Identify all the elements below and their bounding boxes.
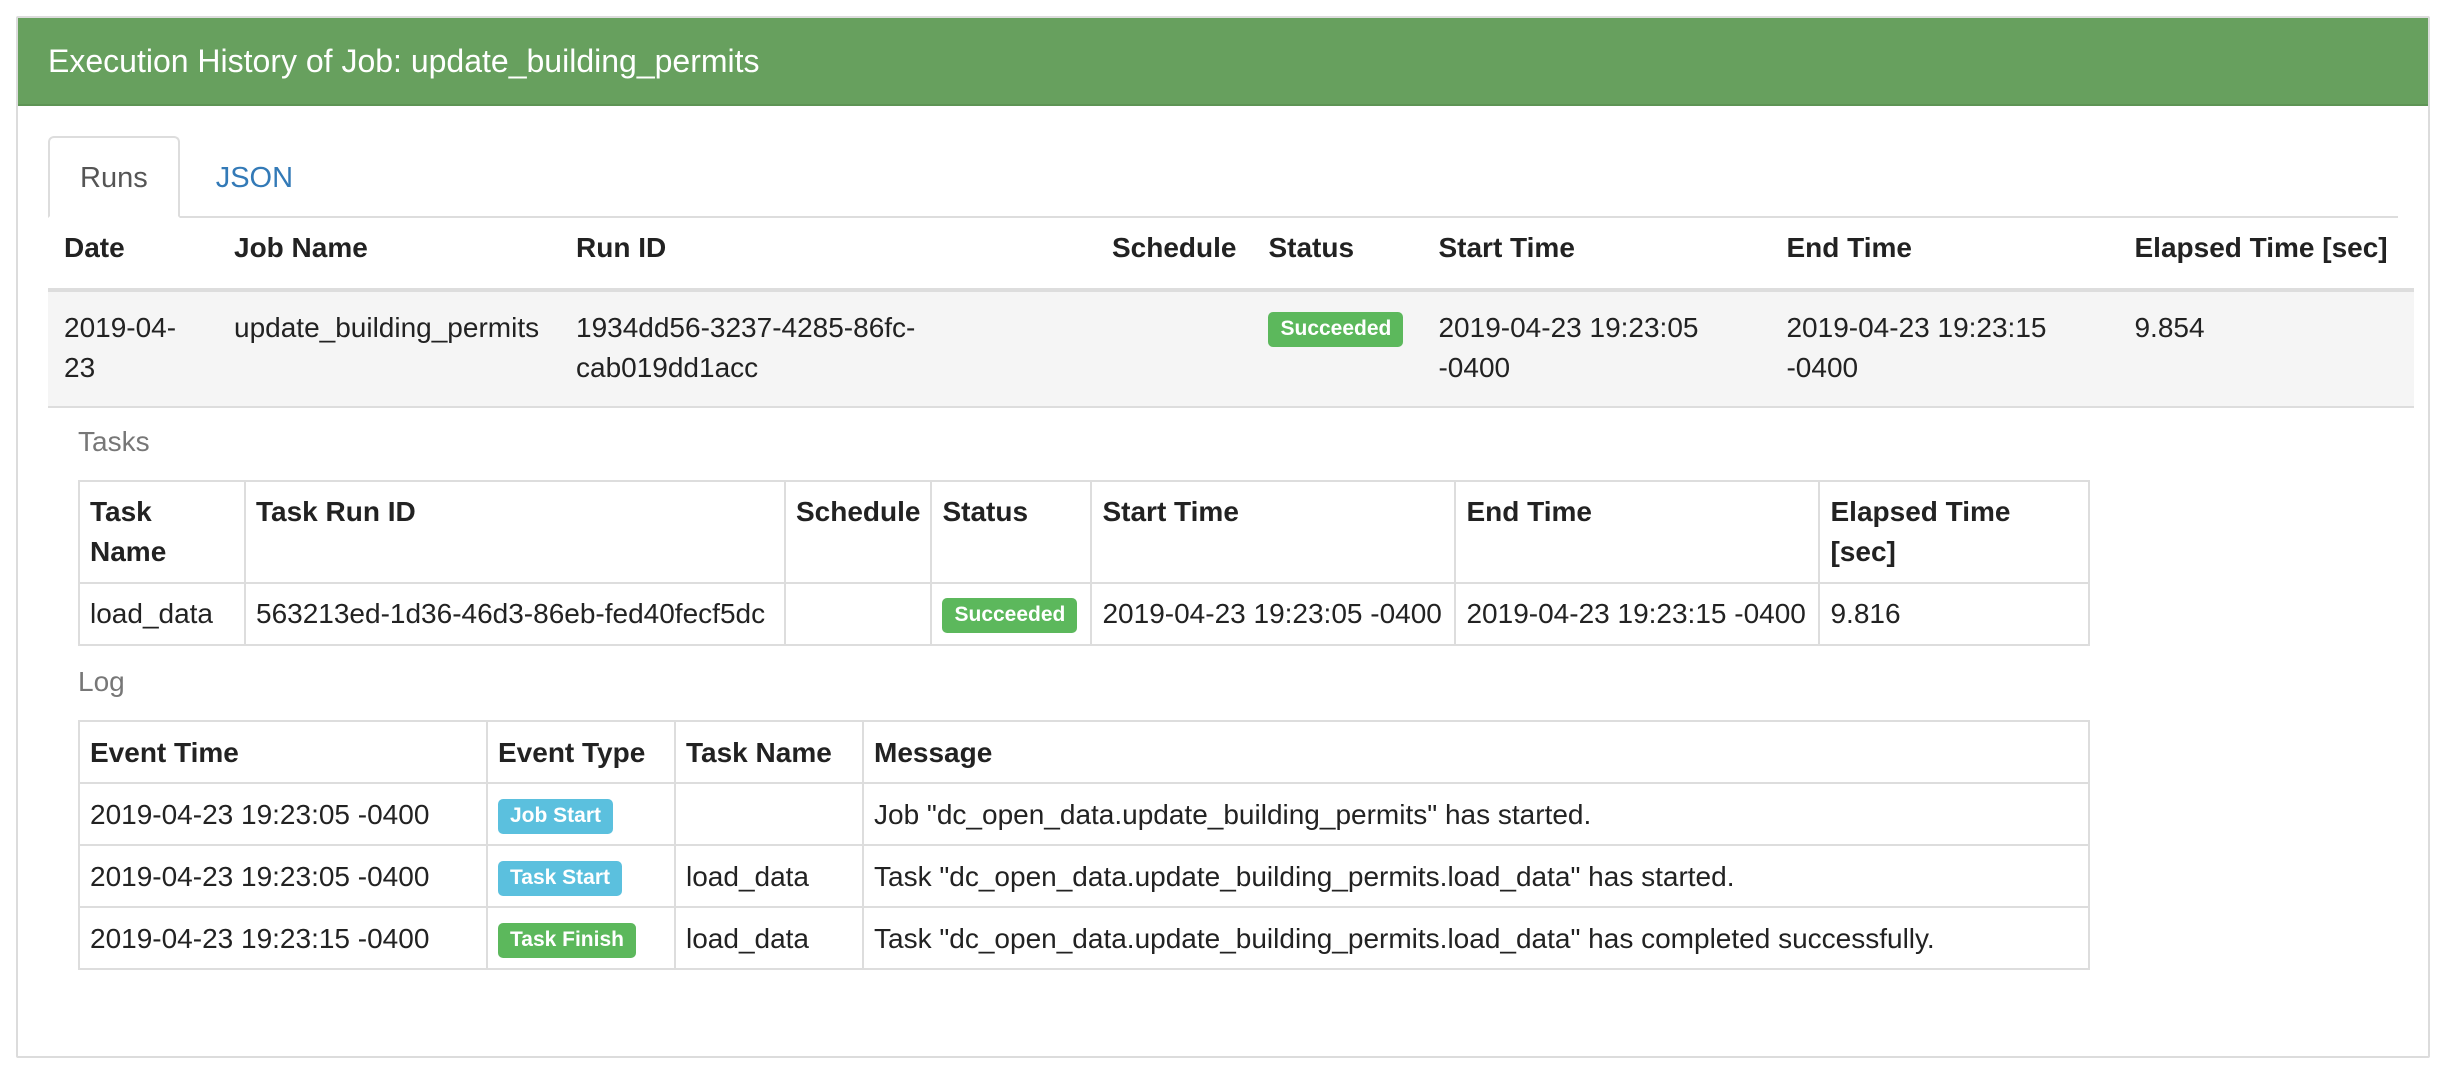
tasks-header-row: Task Name Task Run ID Schedule Status St… bbox=[78, 480, 2090, 584]
run-start-time: 2019-04-23 19:23:05 -0400 bbox=[1422, 290, 1771, 408]
task-run-id: 563213ed-1d36-46d3-86eb-fed40fecf5dc bbox=[244, 582, 786, 646]
task-end-time: 2019-04-23 19:23:15 -0400 bbox=[1454, 582, 1821, 646]
log-message: Job "dc_open_data.update_building_permit… bbox=[862, 781, 2090, 847]
log-row: 2019-04-23 19:23:05 -0400 Task Start loa… bbox=[78, 844, 2090, 909]
col-event-time: Event Time bbox=[78, 720, 488, 784]
log-task-name: load_data bbox=[674, 906, 864, 971]
log-task-name bbox=[674, 781, 864, 847]
status-badge: Succeeded bbox=[942, 598, 1078, 634]
log-task-name: load_data bbox=[674, 844, 864, 909]
run-job-name: update_building_permits bbox=[218, 290, 560, 408]
col-task-run-id: Task Run ID bbox=[244, 480, 786, 584]
tab-bar: Runs JSON bbox=[48, 136, 2398, 218]
tab-runs[interactable]: Runs bbox=[48, 136, 180, 218]
task-elapsed: 9.816 bbox=[1818, 582, 2090, 646]
task-start-time: 2019-04-23 19:23:05 -0400 bbox=[1090, 582, 1457, 646]
col-message: Message bbox=[862, 720, 2090, 784]
col-end-time: End Time bbox=[1770, 218, 2119, 292]
run-date: 2019-04-23 bbox=[48, 290, 218, 408]
run-elapsed: 9.854 bbox=[2118, 290, 2414, 408]
task-status-cell: Succeeded bbox=[930, 582, 1093, 646]
event-time: 2019-04-23 19:23:15 -0400 bbox=[78, 906, 488, 971]
tab-json[interactable]: JSON bbox=[184, 136, 325, 218]
col-task-name: Task Name bbox=[78, 480, 246, 584]
run-row[interactable]: 2019-04-23 update_building_permits 1934d… bbox=[48, 290, 2414, 408]
panel-title: Execution History of Job: update_buildin… bbox=[18, 18, 2428, 106]
log-table: Event Time Event Type Task Name Message … bbox=[78, 720, 2090, 971]
run-id: 1934dd56-3237-4285-86fc-cab019dd1acc bbox=[560, 290, 1096, 408]
log-row: 2019-04-23 19:23:15 -0400 Task Finish lo… bbox=[78, 906, 2090, 971]
col-log-task-name: Task Name bbox=[674, 720, 864, 784]
event-type-cell: Task Start bbox=[486, 844, 676, 909]
col-date: Date bbox=[48, 218, 218, 292]
col-task-start-time: Start Time bbox=[1090, 480, 1457, 584]
col-event-type: Event Type bbox=[486, 720, 676, 784]
event-type-badge: Task Finish bbox=[498, 923, 636, 959]
task-name: load_data bbox=[78, 582, 246, 646]
task-row[interactable]: load_data 563213ed-1d36-46d3-86eb-fed40f… bbox=[78, 582, 2090, 646]
event-type-badge: Job Start bbox=[498, 799, 614, 835]
log-message: Task "dc_open_data.update_building_permi… bbox=[862, 844, 2090, 909]
job-history-panel: Execution History of Job: update_buildin… bbox=[16, 16, 2430, 1058]
run-status-cell: Succeeded bbox=[1252, 290, 1423, 408]
col-run-id: Run ID bbox=[560, 218, 1096, 292]
col-task-schedule: Schedule bbox=[783, 480, 933, 584]
log-title: Log bbox=[78, 666, 125, 697]
event-type-badge: Task Start bbox=[498, 861, 622, 897]
event-type-cell: Job Start bbox=[486, 781, 676, 847]
event-type-cell: Task Finish bbox=[486, 906, 676, 971]
run-detail: Tasks Task Name Task Run ID Schedule Sta… bbox=[48, 408, 2398, 971]
log-row: 2019-04-23 19:23:05 -0400 Job Start Job … bbox=[78, 781, 2090, 847]
col-schedule: Schedule bbox=[1096, 218, 1253, 292]
tasks-title: Tasks bbox=[78, 426, 150, 457]
col-job-name: Job Name bbox=[218, 218, 560, 292]
status-badge: Succeeded bbox=[1268, 312, 1404, 348]
col-status: Status bbox=[1252, 218, 1423, 292]
log-header-row: Event Time Event Type Task Name Message bbox=[78, 720, 2090, 784]
run-schedule bbox=[1096, 290, 1253, 408]
runs-table: Date Job Name Run ID Schedule Status Sta… bbox=[48, 218, 2414, 408]
col-task-end-time: End Time bbox=[1454, 480, 1821, 584]
tasks-table: Task Name Task Run ID Schedule Status St… bbox=[78, 480, 2090, 646]
event-time: 2019-04-23 19:23:05 -0400 bbox=[78, 844, 488, 909]
run-end-time: 2019-04-23 19:23:15 -0400 bbox=[1770, 290, 2119, 408]
col-start-time: Start Time bbox=[1422, 218, 1771, 292]
col-task-status: Status bbox=[930, 480, 1093, 584]
col-elapsed: Elapsed Time [sec] bbox=[2118, 218, 2414, 292]
event-time: 2019-04-23 19:23:05 -0400 bbox=[78, 781, 488, 847]
log-message: Task "dc_open_data.update_building_permi… bbox=[862, 906, 2090, 971]
runs-header-row: Date Job Name Run ID Schedule Status Sta… bbox=[48, 218, 2414, 292]
col-task-elapsed: Elapsed Time [sec] bbox=[1818, 480, 2090, 584]
task-schedule bbox=[783, 582, 933, 646]
panel-body: Runs JSON Date Job Name Run ID Schedule … bbox=[18, 106, 2428, 1056]
